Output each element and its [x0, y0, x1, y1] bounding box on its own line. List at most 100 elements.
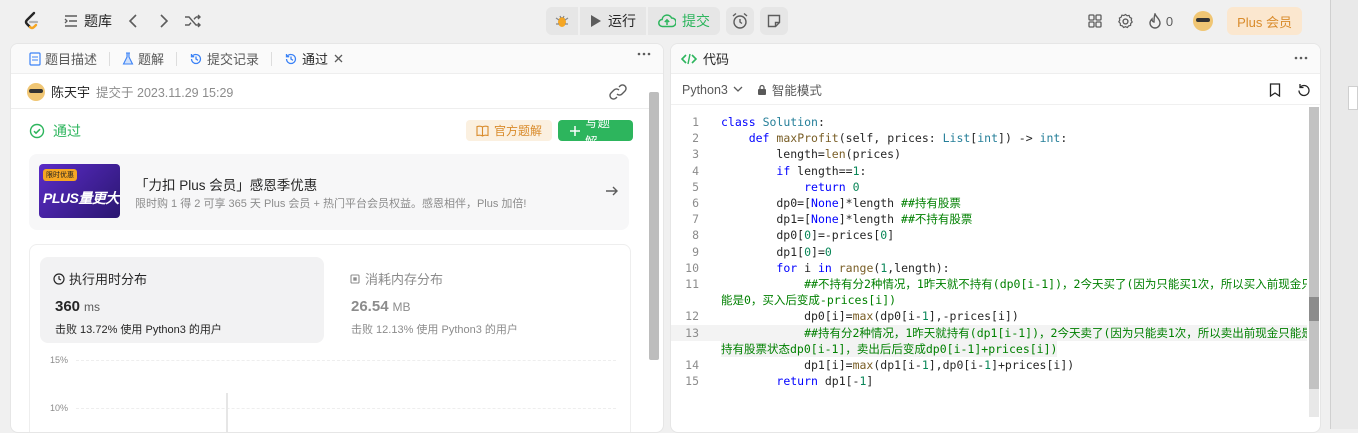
code-text: dp1=[None]*length ##不持有股票	[721, 212, 973, 227]
code-scrollbar[interactable]	[1309, 107, 1319, 417]
memory-unit: MB	[392, 300, 411, 314]
line-number: 12	[685, 309, 699, 324]
language-select[interactable]: Python3	[682, 83, 743, 97]
more-options-icon[interactable]	[1294, 56, 1308, 60]
notes-button[interactable]	[760, 7, 788, 35]
window-edge-shadow	[1348, 86, 1358, 110]
user-avatar[interactable]	[1193, 11, 1214, 31]
code-line[interactable]: 3 length=len(prices)	[671, 146, 1307, 162]
shuffle-icon[interactable]	[184, 13, 202, 29]
more-options-icon[interactable]	[637, 52, 651, 56]
tab-description-label: 题目描述	[45, 52, 98, 67]
arrow-right-icon[interactable]	[605, 184, 619, 198]
code-line-wrap[interactable]: 持有股票状态dp0[i-1]，卖出后后变成dp0[i-1]+prices[i])	[721, 340, 1058, 357]
leetcode-logo-icon[interactable]	[22, 11, 42, 31]
tab-submissions[interactable]: 提交记录	[183, 47, 265, 71]
runtime-beats: 击败 13.72% 使用 Python3 的用户	[55, 324, 222, 336]
reset-icon[interactable]	[1297, 83, 1311, 97]
code-line[interactable]: 9 dp1[0]=0	[671, 244, 1307, 260]
chevron-down-icon	[733, 86, 743, 93]
status-text: 通过	[53, 123, 81, 139]
submit-button[interactable]: 提交	[648, 7, 720, 35]
line-number: 5	[692, 179, 699, 194]
code-text: ##持有分2种情况，1昨天就持有(dp1[i-1])，2今天卖了(因为只能卖1次…	[804, 325, 1307, 340]
code-line[interactable]: 7 dp1=[None]*length ##不持有股票	[671, 211, 1307, 227]
problem-bank-label: 题库	[84, 13, 112, 29]
close-tab-icon[interactable]	[334, 54, 343, 63]
code-text: dp0=[None]*length ##持有股票	[721, 196, 961, 210]
memory-beats: 击败 12.13% 使用 Python3 的用户	[351, 324, 518, 336]
code-line[interactable]: 6 dp0=[None]*length ##持有股票	[671, 195, 1307, 211]
list-icon	[64, 14, 78, 28]
code-line[interactable]: 12 dp0[i]=max(dp0[i-1],-prices[i])	[671, 308, 1307, 324]
debug-button[interactable]	[546, 7, 578, 35]
code-text: dp0[0]=-prices[0]	[721, 228, 895, 243]
flame-icon	[1148, 13, 1162, 29]
stats-container: 执行用时分布 360 ms 击败 13.72% 使用 Python3 的用户 消…	[29, 244, 631, 432]
settings-gear-icon[interactable]	[1117, 13, 1134, 30]
submitter-avatar[interactable]	[27, 82, 45, 101]
code-editor[interactable]: 1 class Solution: 2 def maxProfit(self, pr…	[671, 114, 1307, 414]
runtime-title: 执行用时分布	[69, 272, 148, 287]
plus-member-button[interactable]: Plus 会员	[1227, 7, 1302, 35]
topbar-right: 0 Plus 会员	[1087, 7, 1302, 35]
bookmark-icon[interactable]	[1269, 83, 1281, 97]
code-panel-title: 代码	[703, 52, 730, 67]
smart-mode-toggle[interactable]: 智能模式	[757, 80, 822, 99]
top-bar: 题库 运行 提交 0 Plus 会员	[0, 0, 1320, 42]
line-number: 13	[685, 325, 699, 340]
run-button[interactable]: 运行	[580, 7, 646, 35]
write-solution-button[interactable]: 写题解	[558, 116, 633, 149]
line-number: 6	[692, 196, 699, 210]
line-number: 15	[685, 374, 699, 389]
code-line[interactable]: 15 return dp1[-1]	[671, 373, 1307, 389]
submitter-name[interactable]: 陈天宇	[51, 82, 90, 101]
code-text: def maxProfit(self, prices: List[int]) -…	[748, 131, 1068, 146]
tab-accepted[interactable]: 通过	[278, 47, 349, 71]
line-number: 4	[692, 163, 699, 178]
code-line[interactable]: 10 for i in range(1,length):	[671, 260, 1307, 276]
prev-problem-icon[interactable]	[126, 13, 140, 29]
code-panel-header: 代码	[671, 44, 1320, 74]
code-scrollbar-thumb[interactable]	[1309, 107, 1319, 389]
code-line-wrap[interactable]: 能是0，买入后变成-prices[i])	[721, 292, 896, 308]
layout-icon[interactable]	[1087, 13, 1103, 29]
line-number: 7	[692, 212, 699, 227]
tab-description[interactable]: 题目描述	[23, 47, 103, 71]
code-line[interactable]: 11 ##不持有分2种情况，1昨天就不持有(dp0[i-1])，2今天买了(因为…	[671, 276, 1307, 292]
tab-solutions-label: 题解	[138, 52, 165, 67]
history-icon	[189, 52, 203, 66]
promo-banner-image: 限时优惠 PLUS量更大	[39, 164, 120, 218]
streak[interactable]: 0	[1148, 13, 1173, 29]
next-problem-icon[interactable]	[157, 13, 171, 29]
timer-button[interactable]	[726, 7, 754, 35]
code-text: return dp1[-1]	[776, 374, 874, 389]
line-number: 11	[685, 277, 699, 291]
line-number: 2	[692, 131, 699, 146]
alarm-clock-icon	[731, 12, 749, 30]
play-icon	[590, 14, 602, 28]
code-line[interactable]: 1 class Solution:	[671, 114, 1307, 130]
smart-mode-label: 智能模式	[771, 84, 822, 98]
history-icon	[284, 52, 298, 66]
official-solution-button[interactable]: 官方题解	[466, 120, 553, 141]
problem-bank-button[interactable]: 题库	[56, 7, 120, 35]
line-number: 10	[685, 260, 699, 275]
code-line[interactable]: 13 ##持有分2种情况，1昨天就持有(dp1[i-1])，2今天卖了(因为只能…	[671, 324, 1307, 341]
chart-gridline	[76, 408, 616, 409]
runtime-card[interactable]: 执行用时分布 360 ms 击败 13.72% 使用 Python3 的用户	[40, 257, 324, 343]
memory-value: 26.54	[351, 298, 389, 315]
code-line[interactable]: 5 return 0	[671, 179, 1307, 195]
link-icon[interactable]	[609, 84, 627, 100]
code-line[interactable]: 8 dp0[0]=-prices[0]	[671, 227, 1307, 243]
left-scrollbar[interactable]	[649, 92, 659, 360]
chart-tick-15: 15%	[50, 355, 69, 365]
tab-solutions[interactable]: 题解	[116, 47, 170, 71]
code-line[interactable]: 2 def maxProfit(self, prices: List[int])…	[671, 130, 1307, 146]
code-line[interactable]: 4 if length==1:	[671, 163, 1307, 179]
code-line[interactable]: 14 dp1[i]=max(dp1[i-1],dp0[i-1]+prices[i…	[671, 357, 1307, 373]
book-icon	[476, 125, 489, 137]
memory-card[interactable]: 消耗内存分布 26.54 MB 击败 12.13% 使用 Python3 的用户	[336, 257, 620, 343]
plus-promo-card[interactable]: 限时优惠 PLUS量更大 「力扣 Plus 会员」感恩季优惠 限时购 1 得 2…	[29, 154, 629, 230]
line-number: 8	[692, 228, 699, 243]
